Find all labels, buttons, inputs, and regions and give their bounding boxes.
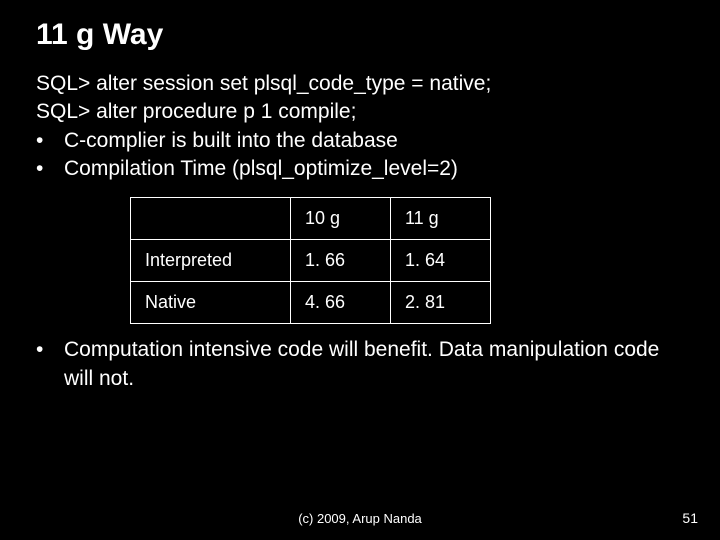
table-cell: 11 g bbox=[391, 198, 491, 240]
bullet-icon: • bbox=[36, 155, 64, 183]
table-cell: 4. 66 bbox=[291, 282, 391, 324]
slide-title: 11 g Way bbox=[36, 18, 690, 52]
table-cell: 1. 64 bbox=[391, 240, 491, 282]
slide: 11 g Way SQL> alter session set plsql_co… bbox=[0, 0, 720, 540]
table-cell bbox=[131, 198, 291, 240]
table-row: Interpreted 1. 66 1. 64 bbox=[131, 240, 491, 282]
code-line-2: SQL> alter procedure p 1 compile; bbox=[36, 98, 690, 126]
table-cell: 1. 66 bbox=[291, 240, 391, 282]
bullet-icon: • bbox=[36, 127, 64, 155]
bullet-item: • Compilation Time (plsql_optimize_level… bbox=[36, 155, 690, 183]
bullet-icon: • bbox=[36, 336, 64, 393]
table-row: 10 g 11 g bbox=[131, 198, 491, 240]
bullet-text: Compilation Time (plsql_optimize_level=2… bbox=[64, 155, 690, 183]
compilation-time-table: 10 g 11 g Interpreted 1. 66 1. 64 Native… bbox=[130, 197, 690, 324]
footer-copyright: (c) 2009, Arup Nanda bbox=[0, 511, 720, 526]
table-cell: Native bbox=[131, 282, 291, 324]
bullet-text: C-complier is built into the database bbox=[64, 127, 690, 155]
bullet-text: Computation intensive code will benefit.… bbox=[64, 336, 690, 393]
table-cell: 2. 81 bbox=[391, 282, 491, 324]
table-cell: 10 g bbox=[291, 198, 391, 240]
code-line-1: SQL> alter session set plsql_code_type =… bbox=[36, 70, 690, 98]
bullet-item: • Computation intensive code will benefi… bbox=[36, 336, 690, 393]
bullet-item: • C-complier is built into the database bbox=[36, 127, 690, 155]
page-number: 51 bbox=[682, 510, 698, 526]
table-cell: Interpreted bbox=[131, 240, 291, 282]
data-table: 10 g 11 g Interpreted 1. 66 1. 64 Native… bbox=[130, 197, 491, 324]
table-row: Native 4. 66 2. 81 bbox=[131, 282, 491, 324]
